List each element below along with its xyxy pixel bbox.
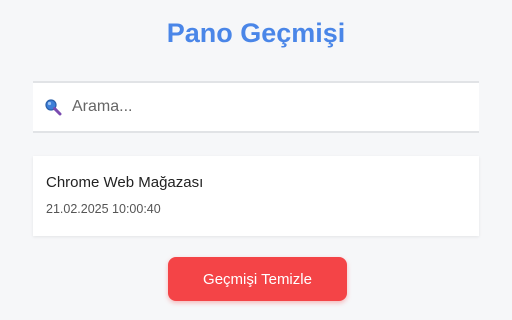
page-title: Pano Geçmişi bbox=[166, 18, 346, 48]
magnifier-icon bbox=[44, 98, 62, 116]
history-item-title: Chrome Web Mağazası bbox=[46, 174, 204, 191]
search-input[interactable] bbox=[72, 98, 452, 116]
clipboard-history-page: Pano Geçmişi Chrome Web Mağazası 21.02.2… bbox=[0, 0, 512, 320]
history-item-timestamp: 21.02.2025 10:00:40 bbox=[46, 202, 161, 216]
clear-history-button[interactable]: Geçmişi Temizle bbox=[168, 257, 347, 301]
history-list: Chrome Web Mağazası 21.02.2025 10:00:40 bbox=[33, 156, 479, 236]
history-item[interactable]: Chrome Web Mağazası 21.02.2025 10:00:40 bbox=[33, 156, 479, 236]
search-bar bbox=[33, 81, 479, 133]
